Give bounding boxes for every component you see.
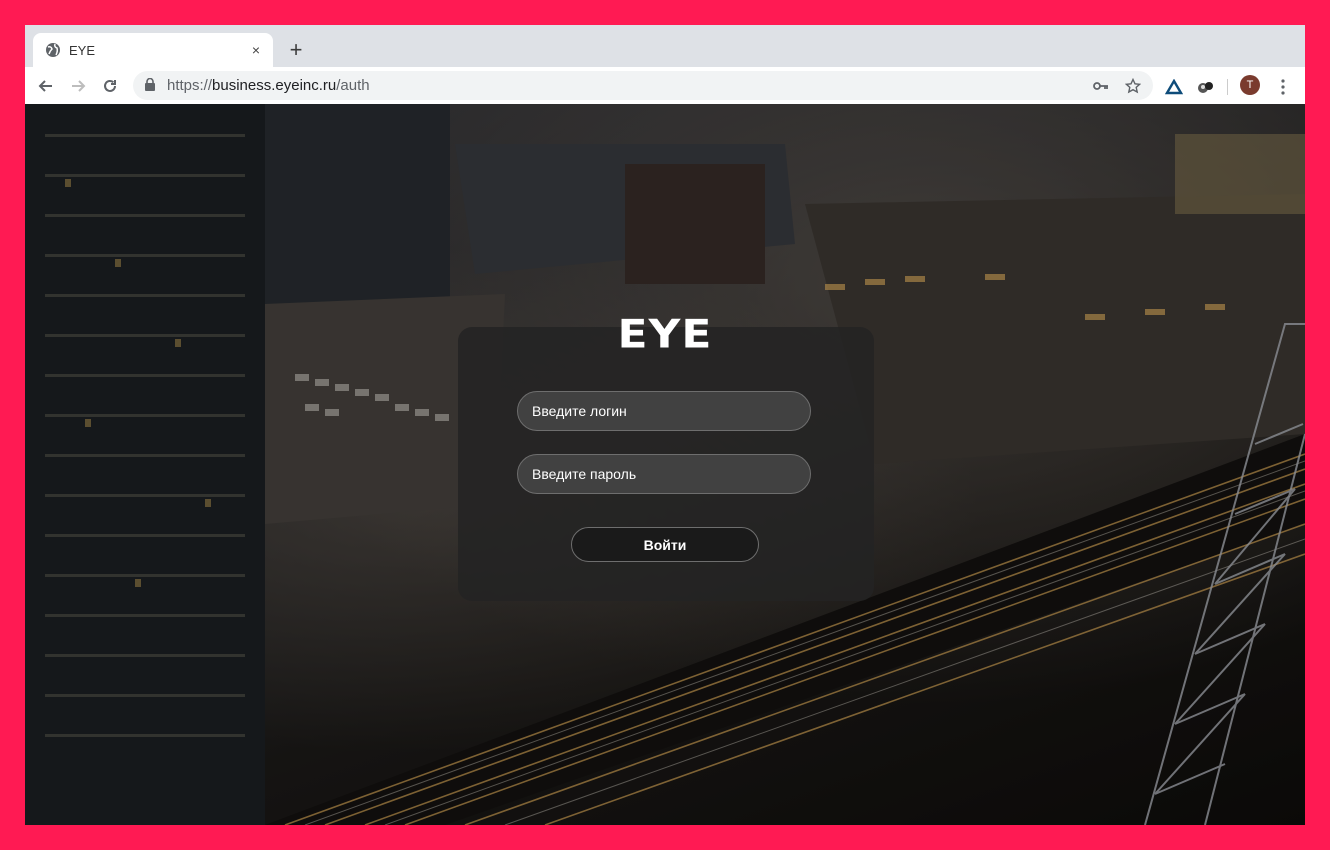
close-icon[interactable]: ×: [247, 41, 265, 59]
password-input[interactable]: [517, 454, 811, 494]
url-text: https://business.eyeinc.ru/auth: [167, 77, 370, 94]
url-host: business.eyeinc.ru: [212, 77, 337, 94]
browser-window: EYE × + https://business.eyeinc.ru/auth: [25, 25, 1305, 825]
reload-icon[interactable]: [97, 73, 123, 99]
tab-eye[interactable]: EYE ×: [33, 33, 273, 67]
address-bar[interactable]: https://business.eyeinc.ru/auth: [133, 71, 1153, 100]
extension-triangle-icon[interactable]: [1163, 76, 1185, 98]
lock-icon: [145, 77, 155, 96]
extension-circles-icon[interactable]: [1195, 76, 1217, 98]
new-tab-button[interactable]: +: [285, 39, 307, 61]
forward-icon[interactable]: [65, 73, 91, 99]
tab-strip: EYE × +: [25, 25, 1305, 67]
back-icon[interactable]: [33, 73, 59, 99]
key-icon[interactable]: [1091, 76, 1111, 96]
url-scheme: https://: [167, 77, 213, 94]
login-submit-button[interactable]: Войти: [571, 527, 759, 562]
eye-logo: EYE: [617, 311, 713, 358]
toolbar: https://business.eyeinc.ru/auth T: [25, 67, 1305, 105]
tab-title: EYE: [69, 42, 96, 58]
profile-avatar[interactable]: T: [1240, 75, 1260, 95]
globe-icon: [45, 42, 61, 58]
menu-kebab-icon[interactable]: [1272, 76, 1294, 98]
star-icon[interactable]: [1123, 76, 1143, 96]
page-viewport: EYE Войти: [25, 104, 1305, 825]
url-path: /auth: [336, 77, 370, 94]
toolbar-separator: [1227, 79, 1228, 95]
login-input[interactable]: [517, 391, 811, 431]
